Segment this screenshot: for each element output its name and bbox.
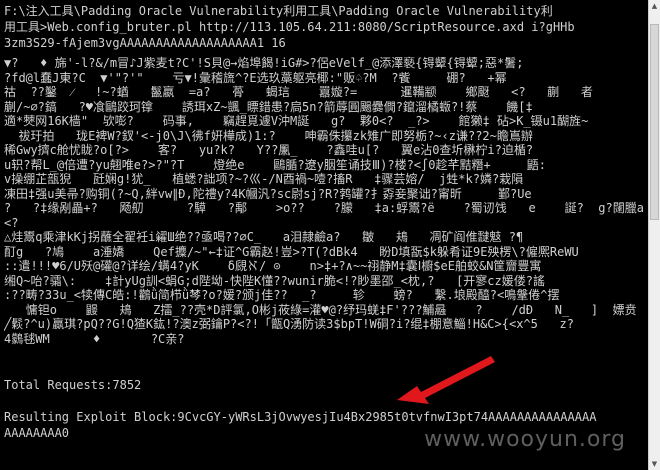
scroll-down-arrow-icon[interactable]: ▼ <box>649 458 660 470</box>
total-requests-line: Total Requests:7852 <box>4 378 142 392</box>
vertical-scrollbar[interactable]: ▲ ▼ <box>648 0 660 470</box>
watermark-text: www.wooyun.org <box>424 427 626 452</box>
scrollbar-thumb[interactable] <box>650 24 659 220</box>
command-path-line-1: F:\注入工具\Padding Oracle Vulnerability利用工具… <box>4 4 553 18</box>
annotation-arrow-icon <box>397 356 495 404</box>
command-prompt-window: F:\注入工具\Padding Oracle Vulnerability利用工具… <box>0 0 648 470</box>
exploit-block-line: Resulting Exploit Block:9CvcGY-yWRsL3jOv… <box>4 410 597 424</box>
command-args-line: 3zm3S29-fAjem3vgAAAAAAAAAAAAAAAAAAA1 16 <box>4 36 286 50</box>
scroll-up-arrow-icon[interactable]: ▲ <box>649 0 660 12</box>
decrypted-output-text: ▼? ♦ 旆'-l?&/m冒♪J紫麦t?C'!S貝@→焰埠餲!iG#>?侶eVe… <box>4 56 644 346</box>
command-path-line-2: 用工具>Web.config_bruter.pl http://113.105.… <box>4 20 575 34</box>
